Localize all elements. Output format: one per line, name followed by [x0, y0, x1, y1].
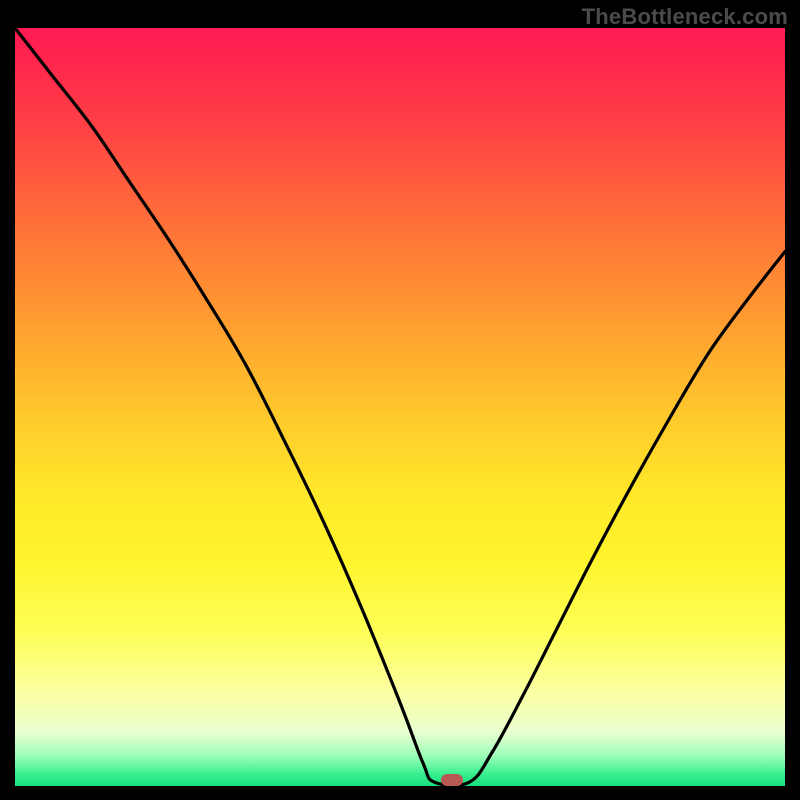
plot-area — [15, 28, 785, 786]
watermark-text: TheBottleneck.com — [582, 4, 788, 30]
highlight-marker — [441, 774, 463, 786]
chart-frame: TheBottleneck.com — [0, 0, 800, 800]
curve-path — [15, 28, 785, 786]
curve-svg — [15, 28, 785, 786]
